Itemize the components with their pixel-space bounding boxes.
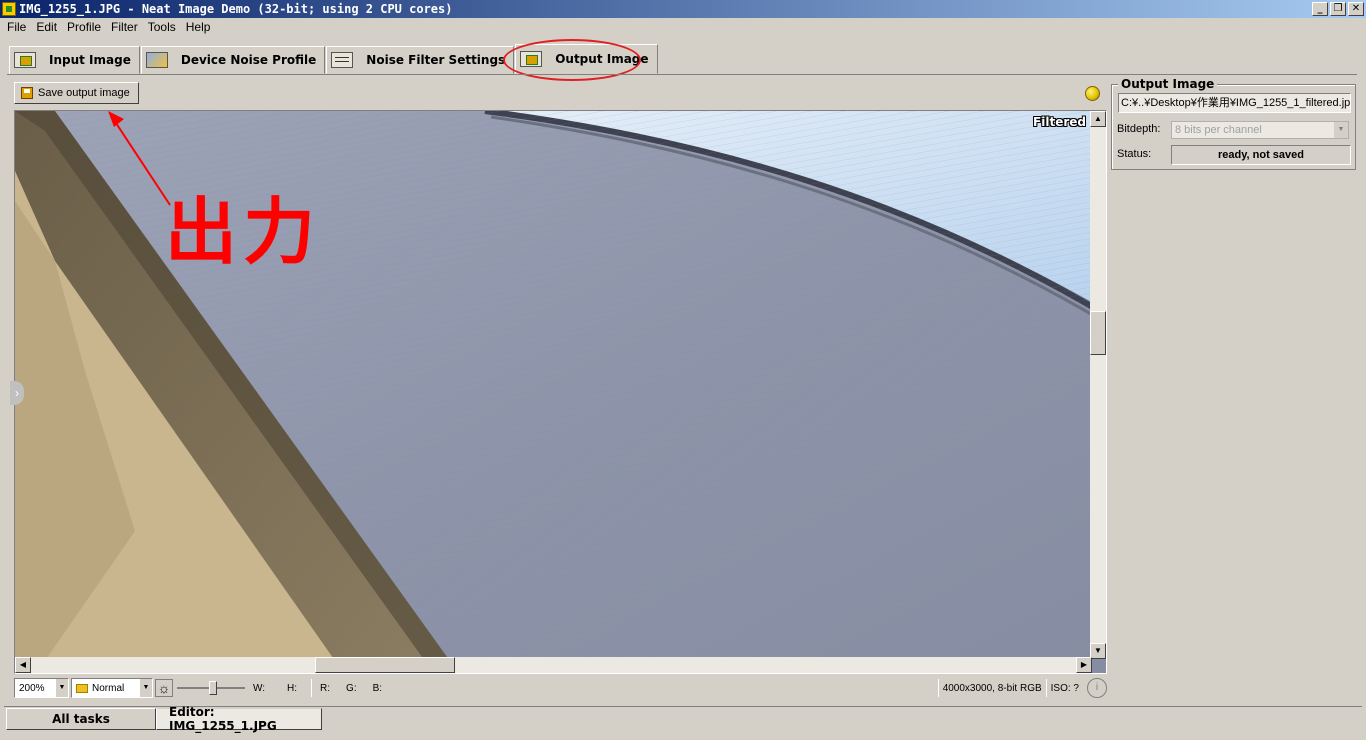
noise-profile-icon: [145, 52, 168, 68]
app-icon: [2, 2, 16, 16]
view-mode-value: Normal: [92, 682, 125, 694]
bitdepth-value: 8 bits per channel: [1175, 124, 1262, 136]
folder-icon: [76, 683, 88, 693]
output-path-field[interactable]: C:¥..¥Desktop¥作業用¥IMG_1255_1_filtered.jp…: [1118, 93, 1351, 113]
vertical-scrollbar[interactable]: ▲ ▼: [1090, 111, 1106, 659]
minimize-button[interactable]: _: [1312, 2, 1328, 16]
scroll-down-button[interactable]: ▼: [1090, 643, 1106, 659]
iso-value: ISO: ?: [1050, 682, 1079, 694]
restore-button[interactable]: ❐: [1330, 2, 1346, 16]
floppy-disk-icon: [21, 87, 33, 99]
tab-noise-filter-settings[interactable]: Noise Filter Settings: [326, 46, 515, 74]
slider-knob[interactable]: [209, 681, 217, 695]
input-image-icon: [14, 52, 36, 68]
chevron-down-icon: ▼: [140, 679, 152, 697]
tab-input-image[interactable]: Input Image: [9, 46, 140, 74]
panel-title: Output Image: [1118, 77, 1218, 91]
horizontal-scroll-thumb[interactable]: [315, 657, 455, 673]
tab-all-tasks[interactable]: All tasks: [6, 708, 156, 730]
menu-bar: File Edit Profile Filter Tools Help: [0, 18, 1366, 36]
menu-profile[interactable]: Profile: [62, 20, 106, 34]
tab-label: Input Image: [49, 53, 131, 67]
status-value: ready, not saved: [1171, 145, 1351, 165]
red-label: R:: [320, 682, 331, 694]
status-indicator-icon: [1085, 86, 1100, 101]
tab-device-noise-profile[interactable]: Device Noise Profile: [140, 46, 326, 74]
filtered-overlay-label: Filtered: [1033, 115, 1086, 129]
green-label: G:: [346, 682, 357, 694]
output-image-panel: Output Image C:¥..¥Desktop¥作業用¥IMG_1255_…: [1111, 77, 1356, 170]
task-tabs: All tasks Editor: IMG_1255_1.JPG: [6, 705, 322, 733]
brightness-slider[interactable]: [177, 679, 245, 697]
annotation-text: 出力: [165, 190, 322, 274]
save-output-image-button[interactable]: Save output image: [14, 82, 139, 104]
menu-edit[interactable]: Edit: [31, 20, 62, 34]
window-controls: _ ❐ ✕: [1312, 2, 1364, 16]
tab-label: Device Noise Profile: [180, 53, 317, 67]
vertical-scroll-thumb[interactable]: [1090, 311, 1106, 355]
status-label: Status:: [1117, 148, 1152, 160]
view-mode-select[interactable]: Normal ▼: [71, 678, 153, 698]
height-label: H:: [287, 682, 298, 694]
save-button-label: Save output image: [38, 87, 130, 99]
tab-divider: [7, 74, 1357, 75]
tab-editor[interactable]: Editor: IMG_1255_1.JPG: [156, 705, 322, 733]
width-label: W:: [253, 682, 266, 694]
zoom-select[interactable]: 200% ▼: [14, 678, 69, 698]
menu-filter[interactable]: Filter: [106, 20, 143, 34]
tab-label: Noise Filter Settings: [366, 53, 506, 67]
scroll-left-button[interactable]: ◀: [15, 657, 31, 673]
title-bar: IMG_1255_1.JPG - Neat Image Demo (32-bit…: [0, 0, 1366, 18]
image-info: 4000x3000, 8-bit RGB: [942, 682, 1042, 694]
filter-settings-icon: [331, 52, 354, 68]
menu-help[interactable]: Help: [181, 20, 216, 34]
zoom-value: 200%: [19, 682, 45, 694]
info-icon[interactable]: i: [1087, 678, 1107, 698]
bitdepth-label: Bitdepth:: [1117, 123, 1161, 135]
blue-label: B:: [372, 682, 383, 694]
close-button[interactable]: ✕: [1348, 2, 1364, 16]
chevron-down-icon: ▼: [56, 679, 68, 697]
scroll-up-button[interactable]: ▲: [1090, 111, 1106, 127]
horizontal-scrollbar[interactable]: ◀ ▶: [15, 657, 1092, 673]
menu-file[interactable]: File: [2, 20, 31, 34]
scroll-right-button[interactable]: ▶: [1076, 657, 1092, 673]
bitdepth-select: 8 bits per channel ▼: [1171, 121, 1349, 139]
viewer-status-bar: 200% ▼ Normal ▼ ☼ W: H: R: G: B: 4000x30…: [14, 676, 1107, 700]
menu-tools[interactable]: Tools: [143, 20, 181, 34]
window-title: IMG_1255_1.JPG - Neat Image Demo (32-bit…: [19, 2, 453, 16]
chevron-down-icon: ▼: [1334, 122, 1348, 138]
brightness-icon[interactable]: ☼: [155, 679, 173, 697]
